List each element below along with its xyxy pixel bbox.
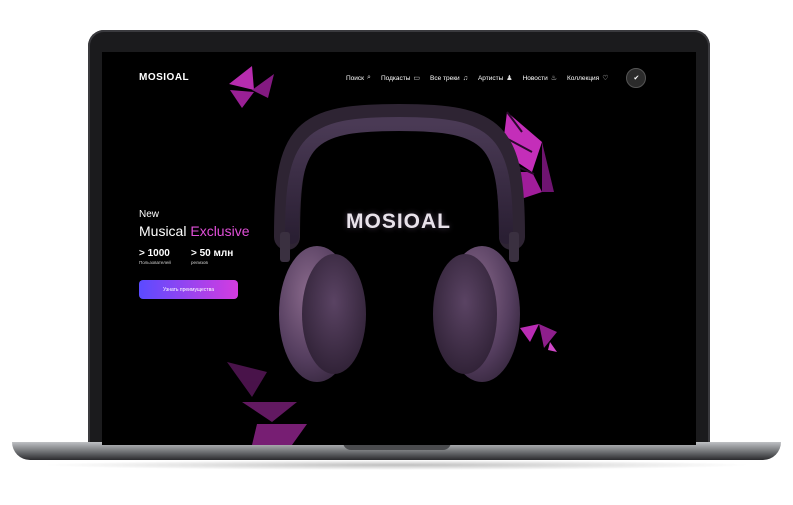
butterfly-top-left [229, 66, 274, 108]
stat-users: > 1000 Пользователей [139, 248, 171, 265]
butterfly-right-small [520, 324, 557, 352]
search-icon: ⌕ [367, 74, 371, 81]
fire-icon: ♨ [550, 75, 558, 82]
artists-icon: ♟ [506, 75, 513, 82]
nav-item-label: Новости [522, 74, 548, 82]
nav-item-label: Поиск [346, 74, 365, 82]
hero-eyebrow: New [139, 209, 160, 220]
nav-item-artists[interactable]: Артисты ♟ [477, 74, 513, 83]
site-logo[interactable]: MOSIOAL [139, 72, 189, 83]
headphones-icon: ♫ [462, 74, 468, 82]
nav-item-tracks[interactable]: Все треки ♫ [430, 75, 468, 82]
stat-releases: > 50 млн релизов [191, 248, 233, 265]
podcast-icon: ▭ [413, 75, 420, 82]
laptop-shadow [40, 460, 753, 470]
stat-value: > 1000 [139, 248, 170, 259]
screen: MOSIOAL Поиск ⌕ Подкасты ▭ Все треки ♫ А… [102, 52, 696, 445]
hero-title-accent: Exclusive [190, 223, 250, 239]
main-nav: Поиск ⌕ Подкасты ▭ Все треки ♫ Артисты ♟… [346, 68, 647, 88]
nav-item-collection[interactable]: Коллекция ♡ [567, 74, 609, 83]
nav-item-search[interactable]: Поиск ⌕ [346, 74, 371, 82]
heart-icon: ♡ [602, 75, 609, 82]
nav-item-news[interactable]: Новости ♨ [522, 74, 558, 83]
profile-button[interactable]: ✔ [626, 68, 647, 88]
nav-item-label: Все треки [430, 74, 460, 82]
hero-title-main: Musical [139, 223, 191, 239]
butterfly-bottom-left [227, 362, 307, 445]
nav-item-label: Подкасты [380, 74, 411, 82]
stat-label: Пользователей [139, 260, 171, 265]
profile-icon: ✔ [633, 75, 640, 82]
stat-label: релизов [191, 260, 208, 265]
nav-item-label: Коллекция [567, 74, 600, 82]
hero-title: Musical Exclusive [139, 223, 250, 239]
nav-item-label: Артисты [477, 74, 504, 82]
learn-benefits-button[interactable]: Узнать преимущества [139, 280, 238, 299]
nav-item-podcasts[interactable]: Подкасты ▭ [380, 74, 420, 83]
brand-wordmark: MOSIOAL [346, 210, 451, 233]
stat-value: > 50 млн [191, 248, 234, 259]
